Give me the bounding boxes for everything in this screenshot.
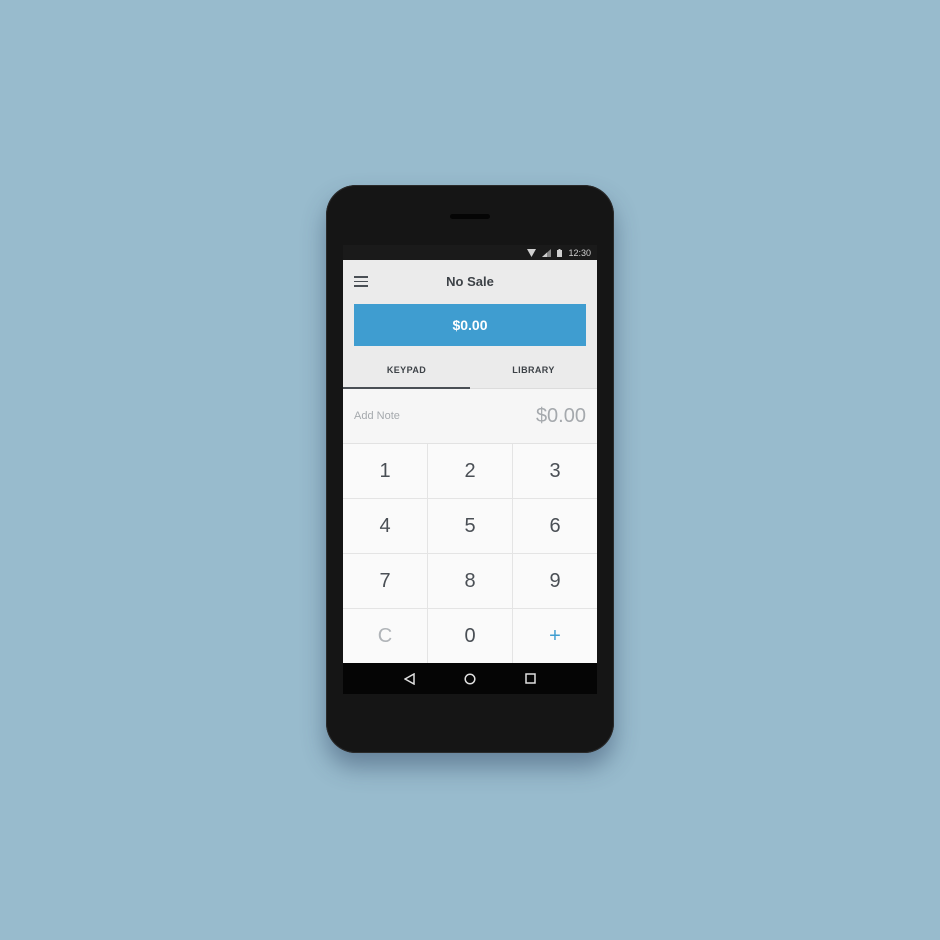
- page-title: No Sale: [446, 274, 494, 289]
- wifi-icon: [527, 248, 537, 257]
- app-screen: 12:30 No Sale $0.00 KEYPAD LIBRARY Add N…: [343, 245, 597, 694]
- key-2[interactable]: 2: [428, 444, 513, 499]
- key-6[interactable]: 6: [513, 499, 597, 554]
- key-clear[interactable]: C: [343, 609, 428, 664]
- key-1[interactable]: 1: [343, 444, 428, 499]
- charge-button[interactable]: $0.00: [354, 304, 586, 346]
- tab-bar: KEYPAD LIBRARY: [343, 359, 597, 389]
- phone-speaker: [450, 214, 490, 219]
- phone-device: 12:30 No Sale $0.00 KEYPAD LIBRARY Add N…: [326, 185, 614, 753]
- entry-amount: $0.00: [535, 404, 586, 427]
- key-7[interactable]: 7: [343, 554, 428, 609]
- battery-icon: [557, 248, 563, 257]
- status-time: 12:30: [568, 247, 591, 258]
- charge-area: $0.00: [343, 304, 597, 359]
- key-3[interactable]: 3: [513, 444, 597, 499]
- add-note-field[interactable]: Add Note: [354, 410, 400, 422]
- key-9[interactable]: 9: [513, 554, 597, 609]
- key-8[interactable]: 8: [428, 554, 513, 609]
- android-nav-bar: [343, 663, 597, 694]
- keypad: 1 2 3 4 5 6 7 8 9 C 0 +: [343, 444, 597, 664]
- status-bar: 12:30: [343, 245, 597, 260]
- back-icon[interactable]: [403, 672, 415, 685]
- note-row: Add Note $0.00: [343, 389, 597, 444]
- key-4[interactable]: 4: [343, 499, 428, 554]
- app-header: No Sale: [343, 260, 597, 304]
- tab-library[interactable]: LIBRARY: [470, 359, 597, 388]
- key-5[interactable]: 5: [428, 499, 513, 554]
- signal-icon: [542, 248, 552, 257]
- home-icon[interactable]: [464, 672, 476, 685]
- key-add[interactable]: +: [513, 609, 597, 664]
- key-0[interactable]: 0: [428, 609, 513, 664]
- tab-keypad[interactable]: KEYPAD: [343, 359, 470, 389]
- recents-icon[interactable]: [525, 673, 537, 684]
